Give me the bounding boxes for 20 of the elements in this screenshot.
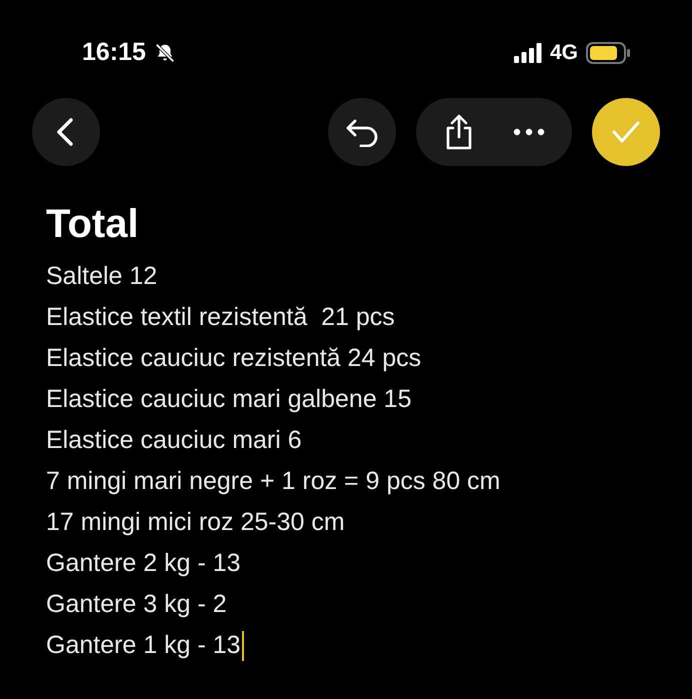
undo-icon [345,117,379,147]
note-line: 7 mingi mari negre + 1 roz = 9 pcs 80 cm [46,466,500,497]
note-line: Gantere 2 kg - 13 [46,548,241,579]
note-line: Saltele 12 [46,260,158,292]
network-label: 4G [550,40,578,66]
muted-bell-icon [154,42,176,64]
battery-icon [586,42,630,64]
note-line: Gantere 1 kg - 13 [46,630,241,661]
status-time: 16:15 [82,37,146,68]
note-line: Gantere 3 kg - 2 [46,588,227,620]
signal-icon [514,43,542,63]
note-title: Total [46,201,140,248]
note-line: Elastice textil rezistentă 21 pcs [46,302,395,333]
note-line: Elastice cauciuc mari 6 [46,424,302,456]
checkmark-icon [611,120,641,144]
ellipsis-icon [513,128,545,136]
note-line: 17 mingi mici roz 25-30 cm [46,506,345,538]
note-line: Elastice cauciuc rezistentă 24 pcs [46,342,422,374]
note-line: Elastice cauciuc mari galbene 15 [46,384,412,415]
text-cursor [242,630,244,660]
